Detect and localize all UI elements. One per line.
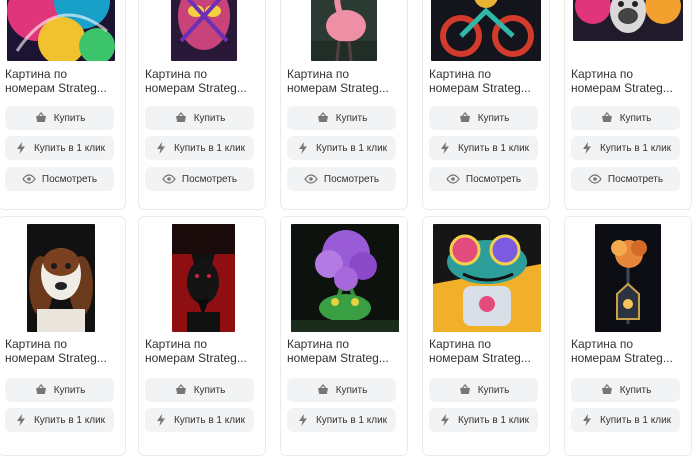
buy-button[interactable]: Купить (429, 378, 538, 402)
buy-button[interactable]: Купить (287, 378, 396, 402)
view-button[interactable]: Посмотреть (5, 167, 114, 191)
lightning-icon (438, 141, 452, 155)
product-card[interactable]: Картина по номерам Strateg... Купить Купи… (422, 216, 550, 456)
basket-icon (34, 383, 48, 397)
product-title[interactable]: Картина по номерам Strateg... (429, 67, 545, 95)
basket-icon (458, 111, 472, 125)
product-image[interactable] (291, 224, 399, 332)
lightning-icon (296, 413, 310, 427)
product-title[interactable]: Картина по номерам Strateg... (287, 67, 403, 95)
buy-one-click-button[interactable]: Купить в 1 клик (571, 136, 680, 160)
lightning-icon (438, 413, 452, 427)
product-image[interactable] (431, 0, 541, 61)
eye-icon (588, 172, 602, 186)
buy-one-click-button[interactable]: Купить в 1 клик (287, 136, 396, 160)
lightning-icon (296, 141, 310, 155)
view-button[interactable]: Посмотреть (429, 167, 538, 191)
product-image[interactable] (7, 0, 115, 61)
eye-icon (446, 172, 460, 186)
buy-one-click-button[interactable]: Купить в 1 клик (145, 136, 254, 160)
eye-icon (22, 172, 36, 186)
product-image[interactable] (573, 0, 683, 41)
basket-icon (34, 111, 48, 125)
product-title[interactable]: Картина по номерам Strateg... (571, 337, 687, 365)
buy-one-click-button[interactable]: Купить в 1 клик (5, 136, 114, 160)
basket-icon (174, 383, 188, 397)
buy-one-click-button[interactable]: Купить в 1 клик (287, 408, 396, 432)
view-button[interactable]: Посмотреть (571, 167, 680, 191)
buy-button[interactable]: Купить (571, 378, 680, 402)
basket-icon (600, 111, 614, 125)
eye-icon (162, 172, 176, 186)
buy-button[interactable]: Купить (5, 378, 114, 402)
product-title[interactable]: Картина по номерам Strateg... (571, 67, 687, 95)
view-button[interactable]: Посмотреть (287, 167, 396, 191)
buy-one-click-button[interactable]: Купить в 1 клик (429, 408, 538, 432)
product-image[interactable] (311, 0, 377, 61)
product-image[interactable] (595, 224, 661, 332)
product-card[interactable]: Картина по номерам Strateg... Купить Купи… (138, 0, 266, 210)
product-title[interactable]: Картина по номерам Strateg... (429, 337, 545, 365)
eye-icon (304, 172, 318, 186)
product-card[interactable]: Картина по номерам Strateg... Купить Купи… (280, 216, 408, 456)
product-image[interactable] (27, 224, 95, 332)
buy-button[interactable]: Купить (429, 106, 538, 130)
buy-one-click-button[interactable]: Купить в 1 клик (429, 136, 538, 160)
product-card[interactable]: Картина по номерам Strateg... Купить Купи… (0, 0, 126, 210)
basket-icon (174, 111, 188, 125)
lightning-icon (154, 141, 168, 155)
product-card[interactable]: Картина по номерам Strateg... Купить Купи… (564, 0, 692, 210)
product-title[interactable]: Картина по номерам Strateg... (145, 337, 261, 365)
product-card[interactable]: Картина по номерам Strateg... Купить Купи… (422, 0, 550, 210)
product-card[interactable]: Картина по номерам Strateg... Купить Купи… (0, 216, 126, 456)
lightning-icon (14, 413, 28, 427)
product-image[interactable] (172, 224, 235, 332)
view-button[interactable]: Посмотреть (145, 167, 254, 191)
basket-icon (600, 383, 614, 397)
basket-icon (316, 111, 330, 125)
lightning-icon (154, 413, 168, 427)
product-card[interactable]: Картина по номерам Strateg... Купить Купи… (564, 216, 692, 456)
buy-one-click-button[interactable]: Купить в 1 клик (5, 408, 114, 432)
product-title[interactable]: Картина по номерам Strateg... (5, 67, 121, 95)
lightning-icon (580, 413, 594, 427)
lightning-icon (580, 141, 594, 155)
product-card[interactable]: Картина по номерам Strateg... Купить Купи… (280, 0, 408, 210)
product-title[interactable]: Картина по номерам Strateg... (145, 67, 261, 95)
lightning-icon (14, 141, 28, 155)
product-title[interactable]: Картина по номерам Strateg... (5, 337, 121, 365)
product-image[interactable] (171, 0, 237, 61)
buy-button[interactable]: Купить (287, 106, 396, 130)
buy-one-click-button[interactable]: Купить в 1 клик (145, 408, 254, 432)
product-image[interactable] (433, 224, 541, 332)
buy-one-click-button[interactable]: Купить в 1 клик (571, 408, 680, 432)
product-card[interactable]: Картина по номерам Strateg... Купить Купи… (138, 216, 266, 456)
basket-icon (458, 383, 472, 397)
buy-button[interactable]: Купить (145, 106, 254, 130)
buy-button[interactable]: Купить (5, 106, 114, 130)
buy-button[interactable]: Купить (145, 378, 254, 402)
buy-button[interactable]: Купить (571, 106, 680, 130)
product-title[interactable]: Картина по номерам Strateg... (287, 337, 403, 365)
basket-icon (316, 383, 330, 397)
